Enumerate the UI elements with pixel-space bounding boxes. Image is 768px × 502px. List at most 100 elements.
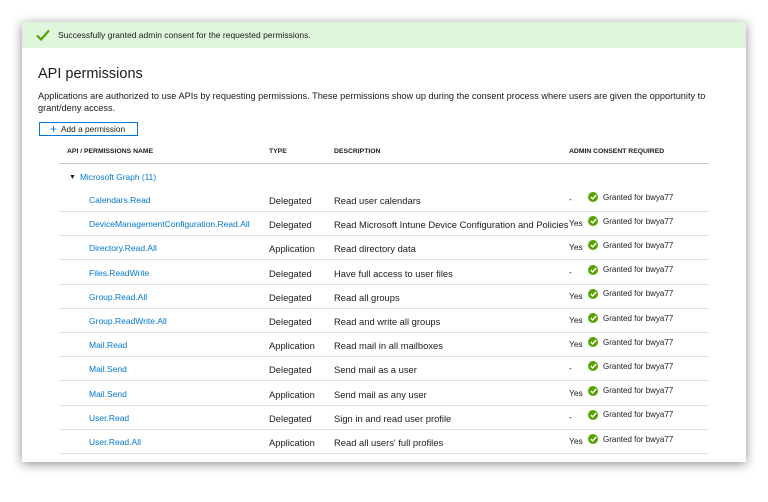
check-circle-icon (588, 288, 598, 299)
permission-description: Send mail as a user (334, 364, 417, 376)
status-badge: Granted for bwya77 (588, 288, 673, 299)
admin-consent-required: Yes (569, 218, 583, 229)
check-circle-icon (588, 192, 598, 202)
admin-consent-required: Yes (569, 315, 583, 325)
permission-description: Sign in and read user profile (334, 412, 452, 424)
permission-type: Delegated (269, 195, 312, 206)
table-row: Files.ReadWrite Delegated Have full access… (22, 261, 746, 285)
permission-name-link[interactable]: Mail.Send (89, 389, 127, 399)
status-text: Granted for bwya77 (603, 265, 674, 275)
permission-name-link[interactable]: Files.ReadWrite (89, 268, 149, 278)
row-divider (59, 453, 709, 454)
status-text: Granted for bwya77 (603, 410, 674, 420)
status-text: Granted for bwya77 (603, 192, 674, 202)
permission-type: Delegated (269, 364, 312, 376)
permission-type: Application (269, 340, 315, 352)
page-title: API permissions (38, 66, 143, 82)
status-badge: Granted for bwya77 (588, 264, 674, 275)
admin-consent-required: - (569, 363, 572, 374)
triangle-down-icon: ▼ (69, 173, 76, 181)
admin-consent-required: - (569, 411, 572, 422)
add-permission-button[interactable]: + Add a permission (39, 122, 138, 136)
check-circle-icon (588, 337, 598, 348)
admin-consent-required: Yes (569, 339, 583, 350)
plus-icon: + (50, 122, 58, 136)
admin-consent-required: - (569, 194, 572, 204)
permission-name-link[interactable]: Directory.Read.All (89, 243, 157, 253)
status-badge: Granted for bwya77 (588, 337, 674, 348)
api-permissions-panel: Successfully granted admin consent for t… (22, 22, 746, 462)
status-text: Granted for bwya77 (603, 313, 674, 323)
status-text: Granted for bwya77 (603, 337, 674, 347)
check-circle-icon (588, 313, 598, 323)
check-circle-icon (588, 361, 598, 372)
header-type: TYPE (269, 148, 287, 155)
permission-description: Read directory data (334, 243, 416, 255)
table-row: DeviceManagementConfiguration.Read.All De… (22, 212, 746, 237)
permission-type: Application (269, 388, 315, 400)
table-row: User.Read Delegated Sign in and read user … (22, 406, 746, 430)
checkmark-icon (36, 29, 50, 41)
admin-consent-required: - (569, 266, 572, 277)
permission-description: Read user calendars (334, 195, 421, 206)
permission-description: Read Microsoft Intune Device Configurati… (334, 219, 569, 231)
check-circle-icon (588, 264, 598, 275)
status-text: Granted for bwya77 (603, 216, 674, 226)
check-circle-icon (588, 240, 598, 251)
status-badge: Granted for bwya77 (588, 192, 673, 202)
permission-description: Read all users' full profiles (334, 437, 444, 448)
status-badge: Granted for bwya77 (588, 240, 674, 251)
permission-description: Read mail in all mailboxes (334, 340, 443, 352)
permission-name-link[interactable]: Mail.Read (89, 340, 127, 350)
permission-type: Delegated (269, 316, 312, 327)
permission-description: Read and write all groups (334, 316, 441, 327)
permission-type: Delegated (269, 291, 312, 303)
admin-consent-required: Yes (569, 242, 583, 253)
permission-type: Delegated (269, 267, 312, 279)
admin-consent-required: Yes (569, 290, 583, 301)
status-text: Granted for bwya77 (603, 434, 674, 444)
permission-name-link[interactable]: Group.Read.All (89, 292, 147, 302)
status-badge: Granted for bwya77 (588, 361, 673, 372)
table-row: Mail.Send Delegated Send mail as a user - Gr… (22, 357, 746, 382)
page-description: Applications are authorized to use APIs … (38, 91, 706, 113)
permission-type: Application (269, 437, 315, 448)
admin-consent-required: Yes (569, 436, 583, 446)
status-badge: Granted for bwya77 (588, 313, 673, 323)
table-row: Group.ReadWrite.All Delegated Read and wri… (22, 309, 746, 333)
check-circle-icon (588, 216, 598, 227)
table-row: Mail.Send Application Send mail as any use… (22, 382, 746, 406)
permission-name-link[interactable]: Mail.Send (89, 364, 127, 374)
permission-description: Read all groups (334, 291, 400, 303)
permission-name-link[interactable]: Group.ReadWrite.All (89, 316, 167, 326)
check-circle-icon (588, 434, 598, 444)
status-text: Granted for bwya77 (603, 240, 674, 250)
permission-type: Delegated (269, 219, 312, 231)
group-microsoft-graph[interactable]: ▼ Microsoft Graph (11) (69, 172, 156, 182)
permission-name-link[interactable]: Calendars.Read (89, 195, 150, 205)
success-message: Successfully granted admin consent for t… (58, 30, 311, 40)
status-text: Granted for bwya77 (603, 386, 674, 396)
table-row: Group.Read.All Delegated Read all groups Ye… (22, 285, 746, 309)
admin-consent-required: Yes (569, 387, 583, 398)
add-permission-label: Add a permission (61, 124, 126, 134)
permission-name-link[interactable]: User.Read (89, 413, 129, 423)
table-row: Calendars.Read Delegated Read user calenda… (22, 188, 746, 212)
permission-description: Send mail as any user (334, 388, 427, 400)
status-badge: Granted for bwya77 (588, 409, 674, 420)
header-description: DESCRIPTION (334, 148, 381, 155)
header-name: API / PERMISSIONS NAME (67, 148, 154, 155)
permission-name-link[interactable]: User.Read.All (89, 437, 141, 447)
permission-type: Application (269, 243, 315, 255)
check-circle-icon (588, 409, 598, 420)
permission-type: Delegated (269, 412, 312, 424)
status-badge: Granted for bwya77 (588, 434, 673, 444)
header-consent: ADMIN CONSENT REQUIRED (569, 148, 665, 155)
permission-name-link[interactable]: DeviceManagementConfiguration.Read.All (89, 219, 250, 229)
status-badge: Granted for bwya77 (588, 385, 674, 396)
table-row: Mail.Read Application Read mail in all mai… (22, 333, 746, 358)
header-divider (59, 163, 709, 164)
status-badge: Granted for bwya77 (588, 216, 674, 227)
table-row: Directory.Read.All Application Read direct… (22, 236, 746, 261)
check-circle-icon (588, 385, 598, 396)
